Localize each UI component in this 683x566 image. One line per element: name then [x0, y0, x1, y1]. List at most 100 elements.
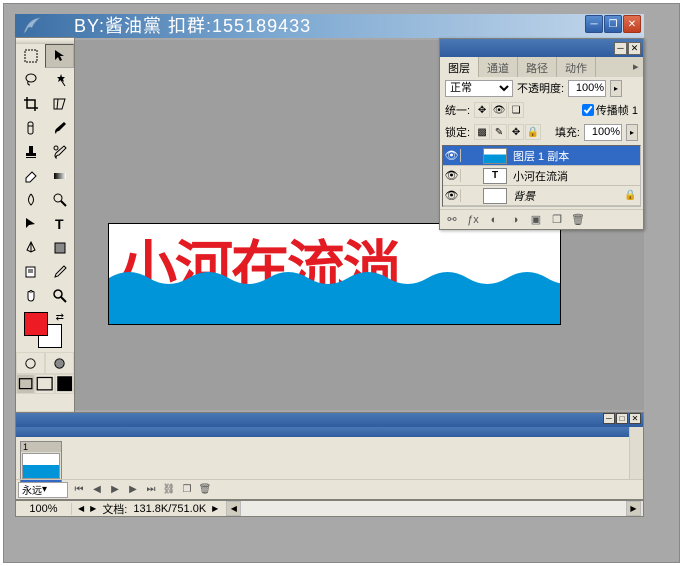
maximize-button[interactable]: ❐: [604, 15, 622, 33]
wand-tool[interactable]: [45, 68, 74, 92]
fill-dropdown[interactable]: ▸: [626, 124, 638, 141]
quickmask-mode[interactable]: [45, 352, 74, 374]
panel-minimize[interactable]: ─: [614, 42, 627, 55]
animation-panel: ─ □ ✕ 1 0 秒▾ 永远 ▾ ⏮ ◀ ▶ ▶ ⏭ ⛓ ❐ 🗑: [15, 412, 644, 500]
frame-number: 1: [21, 442, 61, 452]
lock-label: 锁定:: [445, 124, 470, 140]
layer-group-icon[interactable]: ▣: [527, 212, 545, 228]
screen-mode-fullmenu[interactable]: [35, 374, 54, 394]
horizontal-scrollbar[interactable]: ◀ ▶: [226, 501, 641, 516]
shape-tool[interactable]: [45, 236, 74, 260]
layer-item[interactable]: 👁 图层 1 副本: [443, 146, 640, 166]
adjustment-layer-icon[interactable]: ◑: [506, 212, 524, 228]
eyedropper-tool[interactable]: [45, 260, 74, 284]
stamp-tool[interactable]: [16, 140, 45, 164]
last-frame-button[interactable]: ⏭: [142, 482, 160, 498]
pen-tool[interactable]: [16, 236, 45, 260]
minimize-button[interactable]: ─: [585, 15, 603, 33]
type-tool[interactable]: T: [45, 212, 74, 236]
layer-thumbnail[interactable]: [483, 148, 507, 164]
lock-position-icon[interactable]: ✥: [508, 124, 524, 140]
frame-thumbnail[interactable]: [22, 453, 60, 479]
lock-transparent-icon[interactable]: ▩: [474, 124, 490, 140]
new-layer-icon[interactable]: ❐: [548, 212, 566, 228]
delete-frame-button[interactable]: 🗑: [196, 482, 214, 498]
hscroll-right[interactable]: ▶: [626, 501, 641, 516]
lock-pixels-icon[interactable]: ✎: [491, 124, 507, 140]
marquee-tool[interactable]: [16, 44, 45, 68]
first-frame-button[interactable]: ⏮: [70, 482, 88, 498]
standard-mode[interactable]: [16, 352, 45, 374]
zoom-tool[interactable]: [45, 284, 74, 308]
foreground-color[interactable]: [24, 312, 48, 336]
hscroll-left[interactable]: ◀: [226, 501, 241, 516]
panel-menu-icon[interactable]: ▸: [625, 57, 643, 77]
anim-vscroll[interactable]: [629, 427, 643, 479]
lasso-tool[interactable]: [16, 68, 45, 92]
crop-tool[interactable]: [16, 92, 45, 116]
tab-actions[interactable]: 动作: [557, 57, 596, 77]
tween-button[interactable]: ⛓: [160, 482, 178, 498]
eraser-tool[interactable]: [16, 164, 45, 188]
heal-tool[interactable]: [16, 116, 45, 140]
panel-titlebar[interactable]: ─ ✕: [440, 39, 643, 57]
layer-name[interactable]: 小河在流淌: [511, 168, 640, 184]
tab-paths[interactable]: 路径: [518, 57, 557, 77]
visibility-toggle[interactable]: 👁: [443, 189, 461, 202]
blend-mode-select[interactable]: 正常: [445, 80, 513, 97]
duplicate-frame-button[interactable]: ❐: [178, 482, 196, 498]
canvas[interactable]: 小河在流淌: [108, 223, 561, 325]
move-tool[interactable]: [45, 44, 74, 68]
visibility-toggle[interactable]: 👁: [443, 149, 461, 162]
delete-layer-icon[interactable]: 🗑: [569, 212, 587, 228]
layer-item[interactable]: 👁 背景 🔒: [443, 186, 640, 206]
anim-minimize[interactable]: ─: [603, 413, 615, 424]
panel-close[interactable]: ✕: [628, 42, 641, 55]
close-button[interactable]: ✕: [623, 15, 641, 33]
fill-field[interactable]: [584, 124, 622, 141]
visibility-toggle[interactable]: 👁: [443, 169, 461, 182]
layer-name[interactable]: 图层 1 副本: [511, 148, 640, 164]
status-menu-icon[interactable]: ▶: [212, 504, 218, 513]
layer-thumbnail[interactable]: [483, 188, 507, 204]
status-caret-left[interactable]: ◀: [78, 504, 84, 513]
unify-visibility-icon[interactable]: 👁: [491, 102, 507, 118]
link-layers-icon[interactable]: ⚯: [443, 212, 461, 228]
brush-tool[interactable]: [45, 116, 74, 140]
dodge-tool[interactable]: [45, 188, 74, 212]
lock-all-icon[interactable]: 🔒: [525, 124, 541, 140]
layers-panel: ─ ✕ 图层 通道 路径 动作 ▸ 正常 不透明度: ▸ 统一: ✥ 👁 ❏ 传…: [439, 38, 644, 230]
opacity-field[interactable]: [568, 80, 606, 97]
path-select-tool[interactable]: [16, 212, 45, 236]
color-swatches: ⇄: [20, 310, 70, 350]
anim-maximize[interactable]: □: [616, 413, 628, 424]
screen-mode-full[interactable]: [55, 374, 74, 394]
hand-tool[interactable]: [16, 284, 45, 308]
tab-layers[interactable]: 图层: [440, 57, 479, 77]
opacity-dropdown[interactable]: ▸: [610, 80, 622, 97]
anim-close[interactable]: ✕: [629, 413, 641, 424]
propagate-frame-checkbox[interactable]: 传播帧 1: [582, 102, 638, 118]
play-button[interactable]: ▶: [106, 482, 124, 498]
blur-tool[interactable]: [16, 188, 45, 212]
swap-colors-icon[interactable]: ⇄: [56, 312, 64, 323]
layer-item[interactable]: 👁 T 小河在流淌: [443, 166, 640, 186]
screen-mode-standard[interactable]: [16, 374, 35, 394]
unify-position-icon[interactable]: ✥: [474, 102, 490, 118]
status-caret-right[interactable]: ▶: [90, 504, 96, 513]
next-frame-button[interactable]: ▶: [124, 482, 142, 498]
slice-tool[interactable]: [45, 92, 74, 116]
notes-tool[interactable]: [16, 260, 45, 284]
zoom-field[interactable]: 100%: [16, 503, 72, 515]
layer-mask-icon[interactable]: ◐: [485, 212, 503, 228]
layer-style-icon[interactable]: ƒx: [464, 212, 482, 228]
tab-channels[interactable]: 通道: [479, 57, 518, 77]
layer-name[interactable]: 背景: [511, 188, 624, 204]
prev-frame-button[interactable]: ◀: [88, 482, 106, 498]
history-brush-tool[interactable]: [45, 140, 74, 164]
loop-mode-select[interactable]: 永远 ▾: [18, 482, 68, 498]
gradient-tool[interactable]: [45, 164, 74, 188]
propagate-checkbox[interactable]: [582, 104, 594, 116]
layer-thumbnail[interactable]: T: [483, 168, 507, 184]
unify-style-icon[interactable]: ❏: [508, 102, 524, 118]
